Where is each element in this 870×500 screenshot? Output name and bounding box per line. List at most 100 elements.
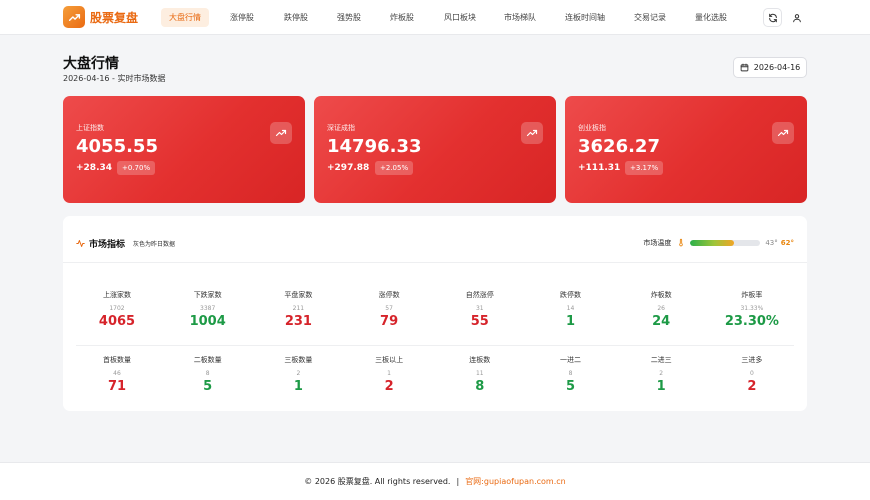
nav-item-market[interactable]: 大盘行情: [161, 8, 209, 27]
date-picker-button[interactable]: 2026-04-16: [733, 57, 807, 78]
index-card-chinext[interactable]: 创业板指 3626.27 +111.31 +3.17%: [565, 96, 807, 203]
nav-item-strong[interactable]: 强势股: [329, 8, 369, 27]
app-name: 股票复盘: [90, 10, 139, 25]
market-indicators-panel: 市场指标 灰色为昨日数据 市场温度 43° 62° 上涨家数 1702 4065 下跌…: [63, 216, 807, 411]
top-nav-bar: 股票复盘 大盘行情 涨停股 跌停股 强势股 炸板股 风口板块 市场梯队 连板时间…: [0, 0, 870, 35]
indicator-metric: 连板数 11 8: [435, 355, 525, 394]
trending-up-icon: [270, 122, 292, 144]
metric-previous-value: 57: [385, 305, 393, 312]
nav-item-limit-down[interactable]: 跌停股: [276, 8, 316, 27]
metric-previous-value: 3387: [200, 305, 216, 312]
index-value: 14796.33: [327, 136, 422, 157]
metric-value: 1: [656, 379, 666, 394]
metric-previous-value: 26: [657, 305, 665, 312]
indicator-metric: 上涨家数 1702 4065: [72, 290, 162, 329]
user-icon[interactable]: [787, 8, 806, 27]
metric-label: 首板数量: [103, 356, 131, 364]
indicator-metric: 首板数量 46 71: [72, 355, 162, 394]
metric-value: 71: [107, 379, 127, 394]
metric-value: 5: [565, 379, 576, 394]
metric-label: 三板以上: [375, 356, 404, 364]
temperature-previous: 43°: [765, 238, 778, 247]
indicator-metric: 炸板数 26 24: [616, 290, 706, 329]
nav-item-broken-board[interactable]: 炸板股: [382, 8, 422, 27]
selected-date: 2026-04-16: [753, 63, 801, 72]
footer-separator: |: [456, 477, 460, 486]
metric-value: 1: [293, 379, 303, 394]
calendar-icon: [740, 63, 749, 72]
temperature-bar-fill: [690, 239, 734, 246]
indicator-metric: 三板数量 2 1: [253, 355, 343, 394]
page-title: 大盘行情: [63, 56, 119, 72]
nav-item-limit-up[interactable]: 涨停股: [222, 8, 262, 27]
index-value: 4055.55: [76, 136, 158, 157]
nav-item-board-timeline[interactable]: 连板时间轴: [558, 8, 612, 27]
website-link[interactable]: gupiaofupan.com.cn: [484, 477, 566, 486]
metric-previous-value: 46: [113, 370, 121, 377]
thermometer-icon: [679, 238, 684, 247]
metric-value: 55: [470, 314, 489, 329]
trending-up-icon: [772, 122, 794, 144]
footer: © 2026 股票复盘. All rights reserved. | 官网: …: [0, 462, 870, 500]
indicator-metric: 三板以上 1 2: [344, 355, 434, 394]
temperature-current: 62°: [780, 238, 794, 247]
app-logo[interactable]: 股票复盘: [63, 6, 138, 28]
nav-item-quant-picks[interactable]: 量化选股: [687, 8, 735, 27]
metric-label: 下跌家数: [193, 291, 222, 299]
indicator-metric: 一进二 8 5: [526, 355, 616, 394]
index-change-badge: +0.70%: [117, 161, 156, 175]
metric-label: 二板数量: [193, 356, 222, 364]
index-card-shanghai[interactable]: 上证指数 4055.55 +28.34 +0.70%: [63, 96, 305, 203]
metric-label: 平盘家数: [284, 291, 313, 299]
indicator-metric: 三进多 0 2: [707, 355, 797, 394]
metric-value: 79: [380, 314, 399, 329]
trending-up-icon: [63, 6, 85, 28]
nav-item-hot-sectors[interactable]: 风口板块: [436, 8, 484, 27]
metric-previous-value: 11: [475, 370, 484, 377]
refresh-icon[interactable]: [763, 8, 782, 27]
index-change: +111.31: [578, 163, 621, 173]
metric-previous-value: 2: [296, 370, 301, 377]
indicator-metric: 二进三 2 1: [616, 355, 706, 394]
metric-label: 连板数: [469, 356, 491, 364]
metric-previous-value: 31.33%: [740, 305, 764, 312]
index-card-shenzhen[interactable]: 深证成指 14796.33 +297.88 +2.05%: [314, 96, 556, 203]
metric-previous-value: 8: [568, 370, 573, 377]
temperature-bar: [690, 239, 761, 246]
panel-header: 市场指标 灰色为昨日数据 市场温度 43° 62°: [63, 216, 807, 263]
website-label: 官网:: [465, 477, 484, 486]
nav-item-trade-records[interactable]: 交易记录: [626, 8, 674, 27]
panel-note: 灰色为昨日数据: [133, 241, 176, 248]
nav-item-market-tiers[interactable]: 市场梯队: [496, 8, 544, 27]
metric-label: 跌停数: [560, 291, 581, 299]
activity-icon: [76, 240, 85, 247]
metric-value: 1: [565, 314, 576, 329]
metric-value: 8: [475, 379, 485, 394]
metric-label: 炸板率: [741, 291, 763, 299]
temperature-label: 市场温度: [643, 238, 672, 247]
metric-previous-value: 1: [387, 370, 391, 377]
index-change-badge: +2.05%: [375, 161, 414, 175]
index-name: 创业板指: [578, 124, 606, 132]
metric-previous-value: 31: [475, 305, 484, 312]
metric-previous-value: 14: [566, 305, 575, 312]
metric-label: 自然涨停: [465, 291, 494, 299]
divider: [76, 345, 794, 346]
index-change: +28.34: [76, 163, 113, 173]
indicator-metric: 平盘家数 211 231: [253, 290, 343, 329]
page-subtitle: 2026-04-16 - 实时市场数据: [63, 74, 166, 83]
indicator-metric: 自然涨停 31 55: [435, 290, 525, 329]
metric-previous-value: 2: [659, 370, 664, 377]
metric-previous-value: 1702: [109, 305, 125, 312]
trending-up-icon: [521, 122, 543, 144]
metric-label: 三进多: [741, 356, 763, 364]
metric-previous-value: 0: [749, 370, 754, 377]
index-change: +297.88: [327, 163, 370, 173]
market-temperature: 市场温度 43° 62°: [643, 237, 794, 248]
metric-value: 24: [652, 314, 671, 329]
metric-label: 三板数量: [284, 356, 313, 364]
index-name: 上证指数: [76, 124, 104, 132]
metric-previous-value: 8: [205, 370, 210, 377]
metric-value: 4065: [98, 314, 136, 329]
metric-value: 2: [747, 379, 757, 394]
